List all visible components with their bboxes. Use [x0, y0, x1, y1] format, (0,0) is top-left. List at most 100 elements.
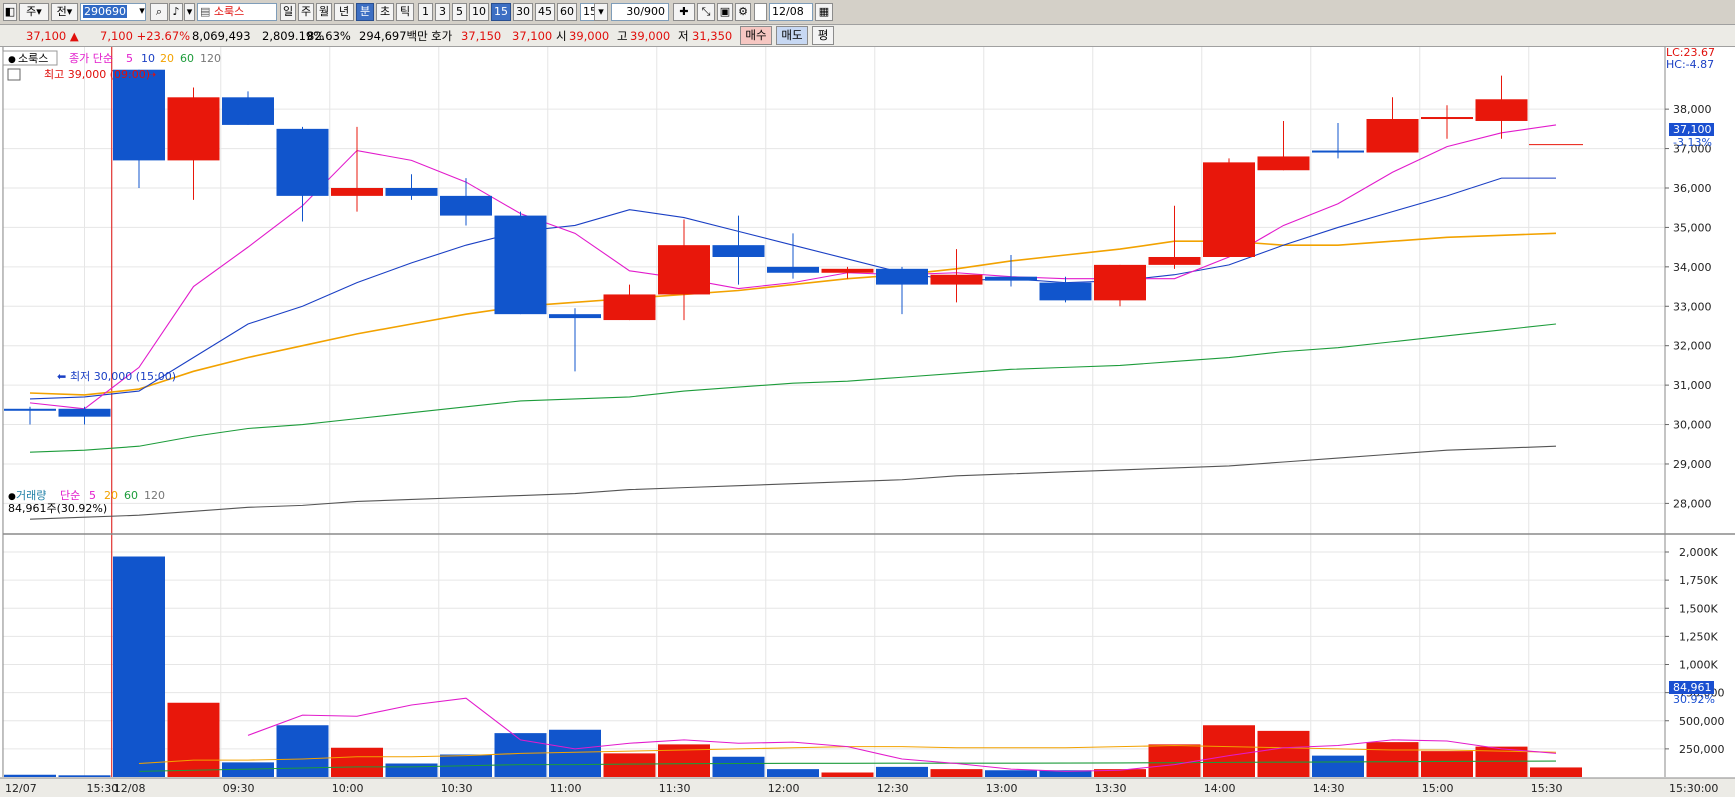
buy-button[interactable]: 매수: [740, 26, 772, 45]
eval-button[interactable]: 평: [812, 26, 834, 45]
calendar-small-icon[interactable]: [7, 68, 21, 81]
interval-1[interactable]: 1: [418, 3, 433, 21]
candle-body: [1203, 162, 1255, 257]
time-tick-label: 12/08: [114, 782, 146, 795]
volume-settings-icon[interactable]: ●: [8, 492, 16, 502]
candle-body: [167, 97, 220, 161]
period-second[interactable]: 초: [376, 3, 394, 21]
current-price-tag-text: 37,100: [1673, 123, 1712, 136]
candle-body: [276, 128, 329, 196]
stock-name-field[interactable]: ▤ 소룩스: [197, 3, 277, 21]
volume-tick-label: 500,000: [1679, 715, 1725, 728]
candle-body: [549, 314, 601, 319]
price-tick-label: 34,000: [1673, 261, 1712, 274]
volume-bar: [1257, 730, 1310, 777]
volume-bar: [1366, 742, 1419, 777]
period-minute[interactable]: 분: [356, 3, 374, 21]
search-icon[interactable]: ⌕: [150, 3, 168, 21]
volume-bar: [276, 725, 329, 777]
time-tick-label: 12:30: [877, 782, 909, 795]
panel-settings-icon[interactable]: ●: [8, 55, 16, 65]
volume-bar: [4, 774, 56, 777]
time-tick-label: 09:30: [223, 782, 255, 795]
candle-body: [876, 268, 928, 285]
volume-tick-label: 1,500K: [1679, 602, 1718, 615]
crosshair-icon[interactable]: ✚: [673, 3, 695, 21]
interval-45[interactable]: 45: [535, 3, 555, 21]
time-tick-label: 15:30:00: [1669, 782, 1718, 795]
period-year[interactable]: 년: [334, 3, 354, 21]
candle-body: [821, 268, 874, 273]
ma-legend-120: 120: [200, 52, 221, 65]
change-pct: +23.67%: [136, 29, 191, 43]
market-select[interactable]: 주▾: [19, 3, 49, 21]
interval-dropdown-icon[interactable]: ▾: [594, 3, 608, 21]
low-price: 31,350: [692, 29, 733, 43]
volume-bar: [930, 769, 983, 777]
save-icon[interactable]: ▣: [717, 3, 733, 21]
volume-tick-label: 250,000: [1679, 743, 1725, 756]
ma-legend-5: 5: [126, 52, 133, 65]
volume-bar: [1530, 767, 1582, 777]
speaker-dropdown-icon[interactable]: ▾: [184, 3, 195, 21]
period-month[interactable]: 월: [316, 3, 332, 21]
count-input[interactable]: 30/900: [611, 3, 669, 21]
gear-icon[interactable]: ⚙: [735, 3, 751, 21]
price-tick-label: 38,000: [1673, 103, 1712, 116]
price-change: 7,100 +23.67%: [100, 28, 190, 44]
time-tick-label: 12:00: [768, 782, 800, 795]
interval-30[interactable]: 30: [513, 3, 533, 21]
candle-body: [930, 274, 983, 285]
sell-button[interactable]: 매도: [776, 26, 808, 45]
interval-5[interactable]: 5: [452, 3, 467, 21]
up-arrow-icon: ▲: [69, 29, 79, 43]
volume-bar: [1203, 725, 1255, 777]
interval-10[interactable]: 10: [469, 3, 489, 21]
price-tick-label: 31,000: [1673, 379, 1712, 392]
change-value: 7,100: [100, 29, 133, 43]
vol-legend-5: 5: [89, 489, 96, 502]
ma-legend-10: 10: [141, 52, 155, 65]
volume-bar: [167, 702, 220, 777]
market-label: 주: [26, 5, 37, 18]
date-checkbox[interactable]: [754, 3, 767, 21]
candle-body: [331, 187, 383, 196]
candle-body: [1312, 150, 1364, 153]
volume-tick-label: 2,000K: [1679, 546, 1718, 559]
speaker-icon[interactable]: ♪: [169, 3, 183, 21]
bid-price: 37,100: [512, 29, 553, 43]
candle-body: [385, 187, 438, 196]
period-tick[interactable]: 틱: [396, 3, 414, 21]
list-icon: ▤: [200, 5, 211, 18]
open-price: 39,000: [569, 29, 610, 43]
code-dropdown-icon[interactable]: ▾: [136, 3, 148, 21]
ma-legend-60: 60: [180, 52, 194, 65]
volume-bar: [876, 766, 928, 777]
time-tick-label: 15:00: [1422, 782, 1454, 795]
candle-body: [1421, 117, 1473, 120]
stock-code-value: 290690: [83, 5, 127, 18]
time-tick-label: 11:30: [659, 782, 691, 795]
interval-60[interactable]: 60: [557, 3, 577, 21]
prefix-select[interactable]: 전▾: [51, 3, 78, 21]
interval-3[interactable]: 3: [435, 3, 450, 21]
candle-body: [767, 266, 819, 273]
calendar-icon[interactable]: ▦: [815, 3, 833, 21]
stock-name-value: 소룩스: [213, 5, 245, 18]
price-panel-title: 소룩스: [18, 52, 48, 65]
current-price: 37,100 ▲: [26, 28, 79, 44]
candle-body: [440, 195, 492, 216]
period-week[interactable]: 주: [298, 3, 314, 21]
time-tick-label: 10:00: [332, 782, 364, 795]
volume-bar: [985, 770, 1037, 777]
date-input[interactable]: 12/08: [769, 3, 813, 21]
price-value: 37,100: [26, 29, 67, 43]
candle-body: [1257, 156, 1310, 171]
current-volume-pct: 30.92%: [1673, 693, 1715, 706]
trendline-icon[interactable]: ⤡: [697, 3, 715, 21]
quote-label: 호가: [431, 29, 453, 43]
period-day[interactable]: 일: [280, 3, 296, 21]
layout-icon[interactable]: ◧: [3, 3, 17, 21]
volume-bar: [1148, 744, 1201, 777]
interval-15[interactable]: 15: [491, 3, 511, 21]
